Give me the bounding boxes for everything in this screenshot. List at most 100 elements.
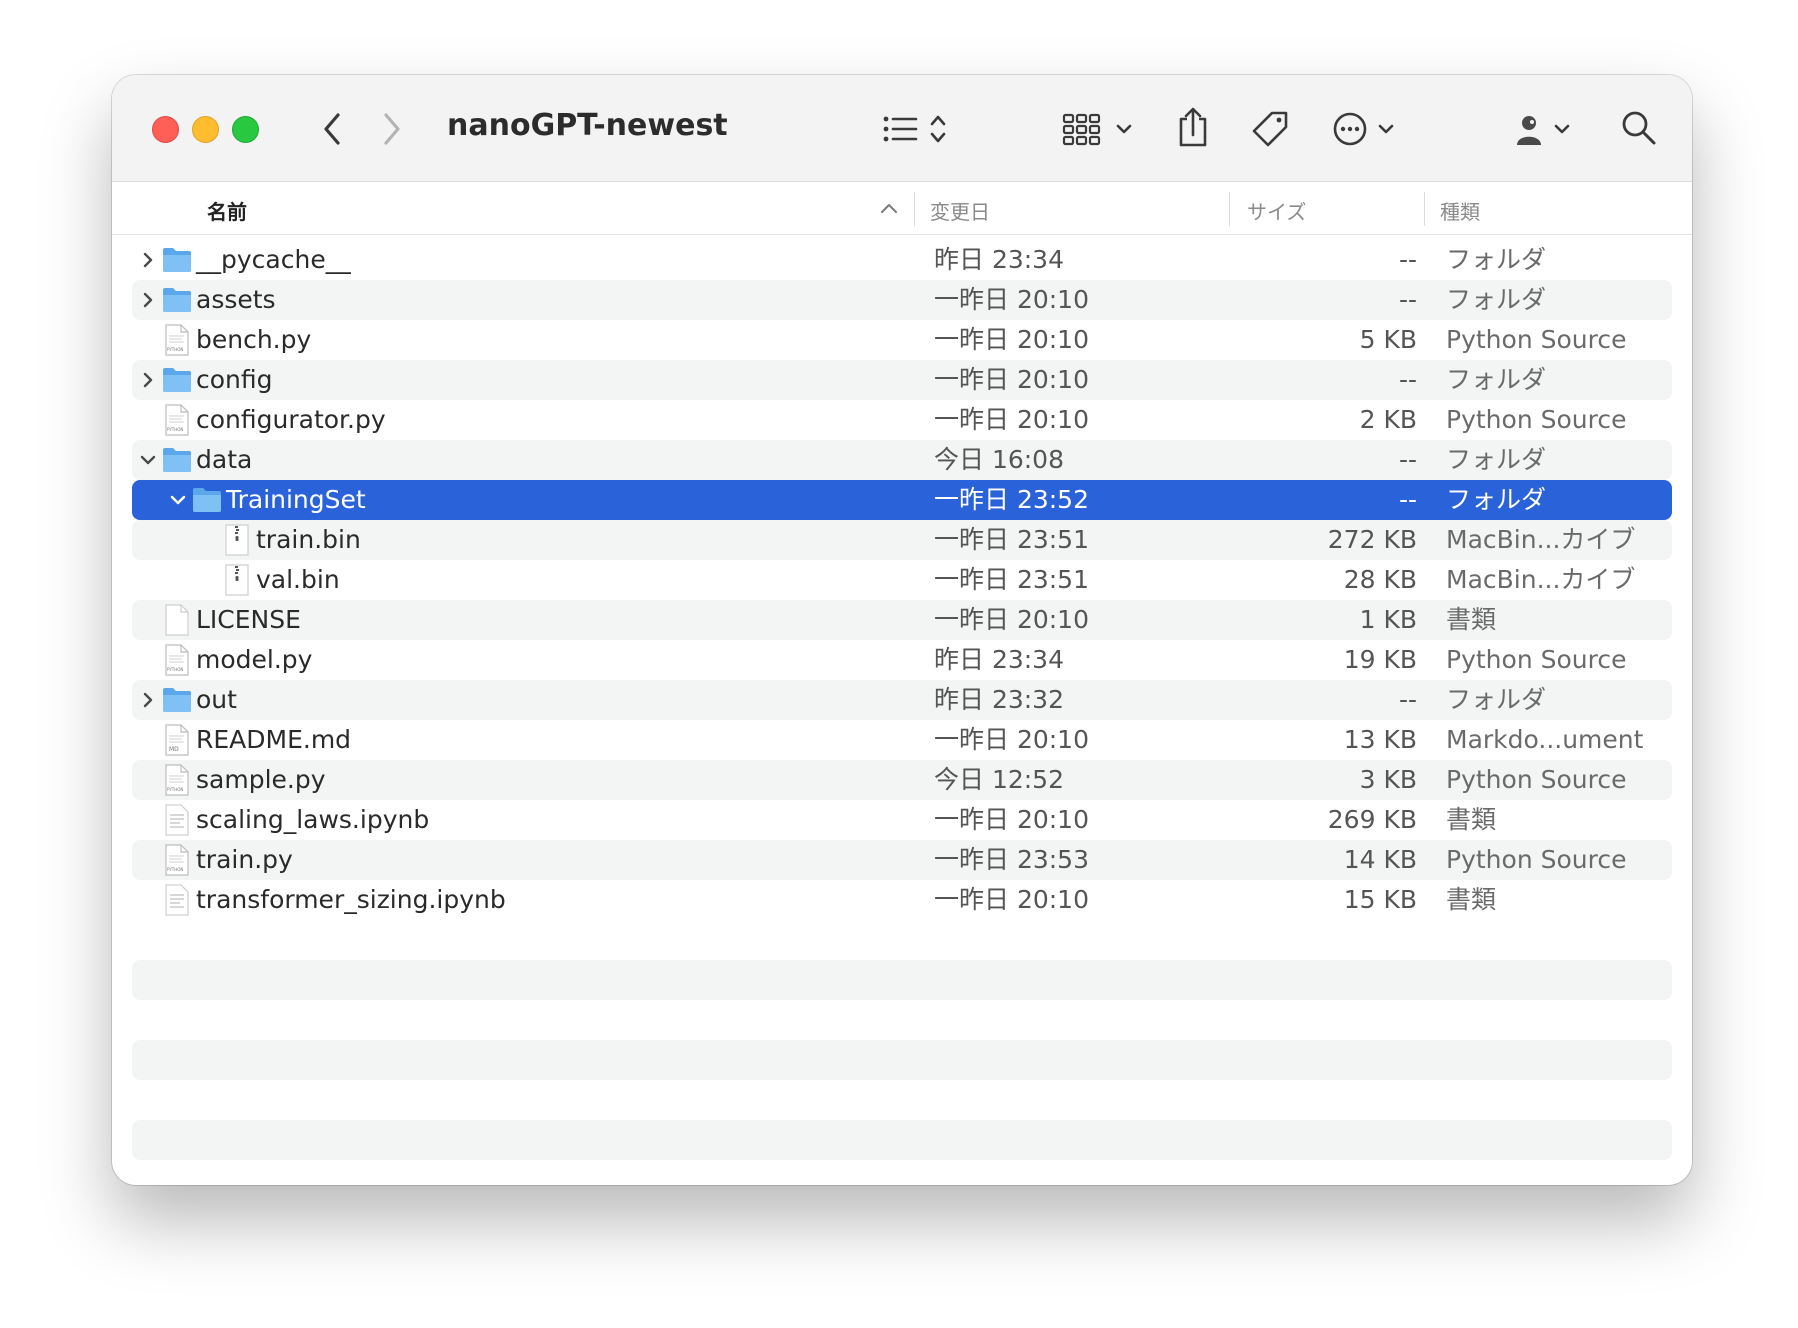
table-row[interactable]: __pycache__ 昨日 23:34 -- フォルダ [132, 240, 1672, 280]
file-name: data [196, 445, 253, 474]
column-name-header[interactable]: 名前 [207, 196, 247, 225]
python-file-icon: PYTHON [165, 644, 189, 676]
file-size: -- [1398, 365, 1417, 394]
file-size: 5 KB [1359, 325, 1417, 354]
more-icon[interactable] [1332, 109, 1402, 149]
table-row[interactable]: PYTHON bench.py 一昨日 20:10 5 KB Python Source [132, 320, 1672, 360]
file-kind: フォルダ [1446, 365, 1547, 394]
svg-text:MD: MD [169, 746, 179, 753]
list-view-icon[interactable] [882, 111, 954, 147]
disclosure-expanded-icon[interactable] [138, 450, 158, 470]
table-row[interactable]: PYTHON configurator.py 一昨日 20:10 2 KB Python… [132, 400, 1672, 440]
table-row[interactable]: LICENSE 一昨日 20:10 1 KB 書類 [132, 600, 1672, 640]
file-size: 2 KB [1359, 405, 1417, 434]
file-name: scaling_laws.ipynb [196, 805, 430, 834]
file-modified-date: 昨日 23:34 [934, 245, 1064, 274]
file-size: 272 KB [1327, 525, 1417, 554]
disclosure-collapsed-icon[interactable] [138, 370, 158, 390]
file-size: 14 KB [1343, 845, 1417, 874]
file-size: 19 KB [1343, 645, 1417, 674]
file-size: 3 KB [1359, 765, 1417, 794]
svg-text:PYTHON: PYTHON [167, 787, 183, 792]
file-list: __pycache__ 昨日 23:34 -- フォルダ assets 一昨日 20:10… [112, 240, 1692, 1185]
file-size: -- [1398, 485, 1417, 514]
disclosure-collapsed-icon[interactable] [138, 290, 158, 310]
file-kind: 書類 [1446, 605, 1497, 634]
file-size: 1 KB [1359, 605, 1417, 634]
window-title: nanoGPT-newest [447, 108, 728, 143]
close-button[interactable] [152, 116, 179, 143]
forward-chevron-icon[interactable] [378, 111, 404, 147]
folder-icon [163, 288, 191, 312]
table-row[interactable]: PYTHON train.py 一昨日 23:53 14 KB Python Sourc… [132, 840, 1672, 880]
file-name: bench.py [196, 325, 312, 354]
column-divider[interactable] [914, 192, 915, 226]
file-modified-date: 今日 16:08 [934, 445, 1064, 474]
file-modified-date: 一昨日 20:10 [934, 405, 1089, 434]
search-icon[interactable] [1620, 109, 1658, 147]
disclosure-expanded-icon[interactable] [168, 490, 188, 510]
column-kind-header[interactable]: 種類 [1440, 196, 1480, 225]
table-row[interactable]: PYTHON model.py 昨日 23:34 19 KB Python Source [132, 640, 1672, 680]
file-name: train.py [196, 845, 293, 874]
table-row[interactable]: assets 一昨日 20:10 -- フォルダ [132, 280, 1672, 320]
table-row[interactable]: PYTHON sample.py 今日 12:52 3 KB Python Source [132, 760, 1672, 800]
column-divider[interactable] [1424, 192, 1425, 226]
share-icon[interactable] [1175, 105, 1211, 149]
file-name: val.bin [256, 565, 340, 594]
file-modified-date: 昨日 23:34 [934, 645, 1064, 674]
file-kind: Markdo...ument [1446, 725, 1644, 754]
file-modified-date: 一昨日 20:10 [934, 885, 1089, 914]
file-size: -- [1398, 445, 1417, 474]
table-row[interactable]: transformer_sizing.ipynb 一昨日 20:10 15 KB 書類 [132, 880, 1672, 920]
file-modified-date: 一昨日 20:10 [934, 285, 1089, 314]
table-row[interactable]: scaling_laws.ipynb 一昨日 20:10 269 KB 書類 [132, 800, 1672, 840]
file-size: -- [1398, 245, 1417, 274]
file-modified-date: 一昨日 20:10 [934, 365, 1089, 394]
disclosure-collapsed-icon[interactable] [138, 250, 158, 270]
markdown-file-icon: MD [165, 724, 189, 756]
python-file-icon: PYTHON [165, 844, 189, 876]
svg-text:PYTHON: PYTHON [167, 347, 183, 352]
file-modified-date: 一昨日 20:10 [934, 325, 1089, 354]
text-file-icon [165, 804, 189, 836]
table-row[interactable]: MD README.md 一昨日 20:10 13 KB Markdo...ument [132, 720, 1672, 760]
file-modified-date: 今日 12:52 [934, 765, 1064, 794]
column-divider[interactable] [1229, 192, 1230, 226]
folder-icon [163, 448, 191, 472]
grid-view-icon[interactable] [1062, 111, 1142, 147]
empty-row [132, 1120, 1672, 1160]
column-date-header[interactable]: 変更日 [930, 196, 990, 225]
table-row[interactable]: TrainingSet 一昨日 23:52 -- フォルダ [132, 480, 1672, 520]
archive-file-icon [225, 524, 249, 556]
table-row[interactable]: val.bin 一昨日 23:51 28 KB MacBin...カイブ [132, 560, 1672, 600]
table-row[interactable]: data 今日 16:08 -- フォルダ [132, 440, 1672, 480]
file-name: sample.py [196, 765, 326, 794]
file-modified-date: 一昨日 23:52 [934, 485, 1089, 514]
table-row[interactable]: train.bin 一昨日 23:51 272 KB MacBin...カイブ [132, 520, 1672, 560]
folder-icon [163, 368, 191, 392]
file-name: assets [196, 285, 276, 314]
table-row[interactable]: out 昨日 23:32 -- フォルダ [132, 680, 1672, 720]
file-kind: Python Source [1446, 645, 1627, 674]
file-kind: MacBin...カイブ [1446, 525, 1636, 554]
tag-icon[interactable] [1250, 109, 1290, 149]
back-chevron-icon[interactable] [320, 111, 346, 147]
zoom-button[interactable] [232, 116, 259, 143]
python-file-icon: PYTHON [165, 404, 189, 436]
file-name: README.md [196, 725, 352, 754]
blank-file-icon [165, 604, 189, 636]
sort-ascending-icon[interactable] [880, 202, 898, 214]
table-row[interactable]: config 一昨日 20:10 -- フォルダ [132, 360, 1672, 400]
disclosure-collapsed-icon[interactable] [138, 690, 158, 710]
file-kind: フォルダ [1446, 685, 1547, 714]
file-size: -- [1398, 685, 1417, 714]
file-modified-date: 昨日 23:32 [934, 685, 1064, 714]
column-size-header[interactable]: サイズ [1247, 196, 1306, 225]
file-kind: フォルダ [1446, 285, 1547, 314]
user-icon[interactable] [1512, 109, 1582, 149]
file-name: train.bin [256, 525, 361, 554]
minimize-button[interactable] [192, 116, 219, 143]
file-kind: フォルダ [1446, 485, 1547, 514]
file-kind: Python Source [1446, 845, 1627, 874]
